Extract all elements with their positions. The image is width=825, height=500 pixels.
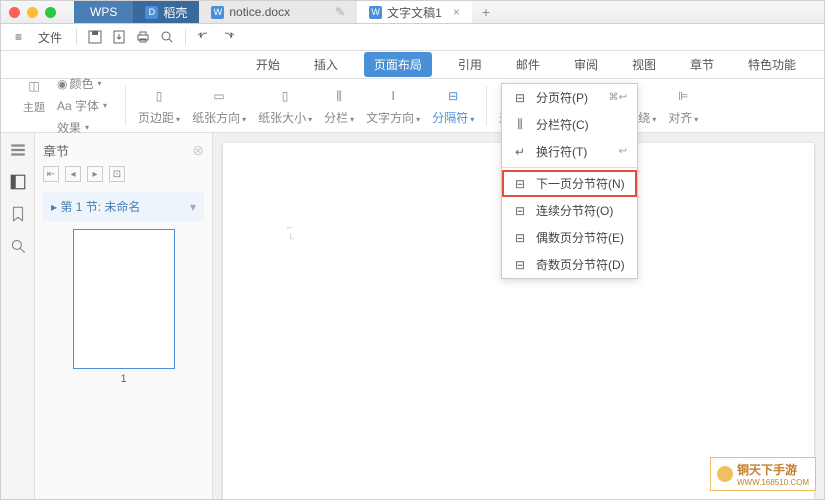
break-type-icon: ↵	[512, 145, 528, 159]
breaks-icon: ⊟	[442, 85, 464, 107]
menu-7[interactable]: 章节	[682, 52, 722, 77]
document-tabs: WPS D稻壳 Wnotice.docx✎ W文字文稿1× +	[74, 1, 500, 23]
daoker-icon: D	[145, 6, 158, 19]
menu-8[interactable]: 特色功能	[740, 52, 804, 77]
breaks-button[interactable]: ⊟分隔符▾	[428, 83, 478, 128]
break-type-icon: ⊟	[512, 177, 528, 191]
theme-button[interactable]: ◫主题	[19, 73, 49, 138]
break-type-icon: ⫼	[512, 117, 528, 132]
cursor-mark: ⌐└	[287, 223, 294, 245]
menubar: 开始插入页面布局引用邮件审阅视图章节特色功能	[1, 51, 824, 79]
dropdown-item[interactable]: ↵换行符(T)↩	[502, 138, 637, 165]
separator	[486, 86, 487, 126]
breaks-dropdown: ⊟分页符(P)⌘↩⫼分栏符(C)↵换行符(T)↩ ⊟下一页分节符(N)⊟连续分节符…	[501, 83, 638, 279]
tab-daoker[interactable]: D稻壳	[133, 1, 199, 23]
window-controls	[9, 7, 56, 18]
page-thumbnail[interactable]	[73, 229, 175, 369]
margin-icon: ▯	[148, 85, 170, 107]
size-icon: ▯	[274, 85, 296, 107]
quick-toolbar: ≡ 文件	[1, 24, 824, 51]
dropdown-item[interactable]: ⊟奇数页分节符(D)	[502, 251, 637, 278]
file-menu[interactable]: 文件	[34, 27, 66, 48]
theme-icon: ◫	[23, 75, 45, 97]
align-icon: ⊫	[672, 85, 694, 107]
margin-button[interactable]: ▯页边距▾	[134, 83, 184, 128]
break-type-icon: ⊟	[512, 91, 528, 105]
outline-tab-icon[interactable]	[9, 141, 27, 159]
bookmark-tab-icon[interactable]	[9, 205, 27, 223]
undo-icon[interactable]	[196, 29, 212, 45]
chapter-panel: 章节 ⊗ ⇤ ◂ ▸ ⊡ ▸ 第 1 节: 未命名▾ 1	[35, 133, 213, 499]
tab-notice[interactable]: Wnotice.docx✎	[199, 1, 357, 23]
preview-icon[interactable]	[159, 29, 175, 45]
nav-last-icon[interactable]: ⊡	[109, 166, 125, 182]
close-tab-icon[interactable]: ×	[453, 5, 460, 19]
columns-icon: ⫼	[328, 85, 350, 107]
minimize-window[interactable]	[27, 7, 38, 18]
app-menu-button[interactable]: ≡	[11, 28, 26, 46]
save-icon[interactable]	[87, 29, 103, 45]
orientation-icon: ▭	[208, 85, 230, 107]
dropdown-item[interactable]: ⊟分页符(P)⌘↩	[502, 84, 637, 111]
close-panel-icon[interactable]: ⊗	[192, 142, 204, 159]
separator	[125, 86, 126, 126]
workspace: 章节 ⊗ ⇤ ◂ ▸ ⊡ ▸ 第 1 节: 未命名▾ 1 ⌐└	[1, 133, 824, 499]
size-button[interactable]: ▯纸张大小▾	[254, 83, 316, 128]
thumb-number: 1	[43, 373, 204, 385]
dropdown-item[interactable]: ⊟下一页分节符(N)	[502, 170, 637, 197]
ribbon: ◫主题 ◉颜色▾ Aa 字体▾ 效果▾ ▯页边距▾ ▭纸张方向▾ ▯纸张大小▾ …	[1, 79, 824, 133]
break-type-icon: ⊟	[512, 258, 528, 272]
font-button[interactable]: Aa 字体▾	[53, 95, 111, 116]
separator	[502, 167, 637, 168]
textdir-button[interactable]: Ⅰ文字方向▾	[362, 83, 424, 128]
menu-3[interactable]: 引用	[450, 52, 490, 77]
print-icon[interactable]	[135, 29, 151, 45]
align-button[interactable]: ⊫对齐▾	[664, 83, 702, 128]
new-tab-button[interactable]: +	[472, 4, 500, 20]
tab-edit-icon: ✎	[335, 5, 345, 19]
break-type-icon: ⊟	[512, 204, 528, 218]
theme-group: ◫主题 ◉颜色▾ Aa 字体▾ 效果▾	[13, 73, 117, 138]
tab-wps[interactable]: WPS	[74, 1, 133, 23]
panel-title: 章节	[43, 141, 69, 160]
color-button[interactable]: ◉颜色▾	[53, 73, 111, 94]
menu-6[interactable]: 视图	[624, 52, 664, 77]
tab-current[interactable]: W文字文稿1×	[357, 1, 472, 23]
section-item[interactable]: ▸ 第 1 节: 未命名▾	[43, 192, 204, 221]
dropdown-item[interactable]: ⊟连续分节符(O)	[502, 197, 637, 224]
word-icon: W	[211, 6, 224, 19]
panel-tools: ⇤ ◂ ▸ ⊡	[43, 166, 204, 182]
dropdown-item[interactable]: ⊟偶数页分节符(E)	[502, 224, 637, 251]
export-icon[interactable]	[111, 29, 127, 45]
separator	[76, 29, 77, 45]
maximize-window[interactable]	[45, 7, 56, 18]
close-window[interactable]	[9, 7, 20, 18]
menu-5[interactable]: 审阅	[566, 52, 606, 77]
search-tab-icon[interactable]	[9, 237, 27, 255]
watermark: 铜天下手游WWW.168510.COM	[710, 457, 816, 491]
nav-prev-icon[interactable]: ◂	[65, 166, 81, 182]
break-type-icon: ⊟	[512, 231, 528, 245]
nav-next-icon[interactable]: ▸	[87, 166, 103, 182]
menu-2[interactable]: 页面布局	[364, 52, 432, 77]
orientation-button[interactable]: ▭纸张方向▾	[188, 83, 250, 128]
chapter-tab-icon[interactable]	[9, 173, 27, 191]
titlebar: WPS D稻壳 Wnotice.docx✎ W文字文稿1× +	[1, 1, 824, 24]
menu-0[interactable]: 开始	[248, 52, 288, 77]
sidebar	[1, 133, 35, 499]
menu-4[interactable]: 邮件	[508, 52, 548, 77]
nav-first-icon[interactable]: ⇤	[43, 166, 59, 182]
word-icon: W	[369, 6, 382, 19]
columns-button[interactable]: ⫼分栏▾	[320, 83, 358, 128]
textdir-icon: Ⅰ	[382, 85, 404, 107]
redo-icon[interactable]	[220, 29, 236, 45]
separator	[185, 29, 186, 45]
watermark-icon	[717, 466, 733, 482]
dropdown-item[interactable]: ⫼分栏符(C)	[502, 111, 637, 138]
color-icon: ◉	[57, 77, 67, 91]
menu-1[interactable]: 插入	[306, 52, 346, 77]
